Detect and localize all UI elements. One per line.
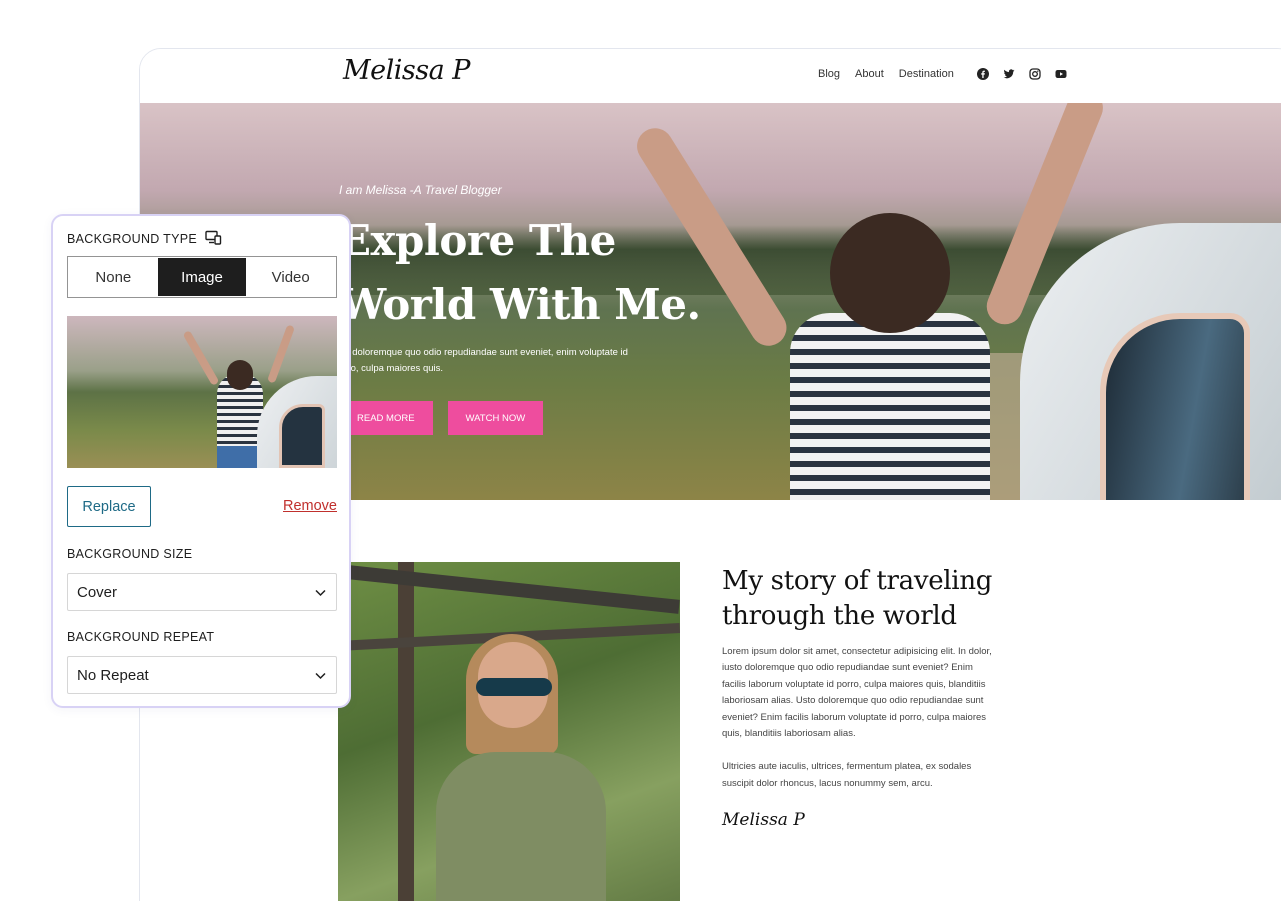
background-size-label: BACKGROUND SIZE (67, 547, 193, 561)
replace-button[interactable]: Replace (67, 486, 151, 527)
chevron-down-icon (315, 584, 326, 601)
story-signature: Melissa P (722, 810, 805, 831)
nav-item-about[interactable]: About (855, 68, 884, 80)
responsive-devices-icon[interactable] (205, 230, 222, 248)
hero-subtitle: ou doloremque quo odio repudiandae sunt … (339, 345, 699, 377)
story-paragraph-1: Lorem ipsum dolor sit amet, consectetur … (722, 646, 992, 740)
background-size-value: Cover (77, 583, 118, 601)
hero-text: I am Melissa -A Travel Blogger Explore T… (339, 183, 759, 435)
hero-kicker: I am Melissa -A Travel Blogger (339, 183, 502, 197)
background-type-toggle: None Image Video (67, 256, 337, 298)
story-photo (338, 562, 680, 901)
story-text: My story of traveling through the world … (722, 564, 997, 830)
background-size-select[interactable]: Cover (67, 573, 337, 611)
site-nav: Blog About Destination (818, 68, 1067, 80)
background-repeat-select[interactable]: No Repeat (67, 656, 337, 694)
type-option-image[interactable]: Image (157, 258, 247, 296)
chevron-down-icon (315, 667, 326, 684)
site-logo[interactable]: Melissa P (343, 55, 470, 86)
background-image-preview[interactable] (67, 316, 337, 468)
background-type-heading: BACKGROUND TYPE (67, 230, 222, 248)
story-paragraph-2: Ultricies aute iaculis, ultrices, fermen… (722, 761, 972, 789)
hero-title-line1: Explore The (339, 216, 616, 265)
social-links (976, 68, 1067, 80)
nav-item-destination[interactable]: Destination (899, 68, 954, 80)
youtube-icon[interactable] (1055, 68, 1067, 80)
watch-now-button[interactable]: WATCH NOW (447, 401, 544, 435)
background-settings-panel: BACKGROUND TYPE None Image Video Replace… (51, 214, 351, 708)
instagram-icon[interactable] (1029, 68, 1041, 80)
hero-subtitle-line1: ou doloremque quo odio repudiandae sunt … (339, 347, 628, 358)
hero-title: Explore The World With Me. (339, 209, 759, 337)
hero-buttons: READ MORE WATCH NOW (339, 401, 759, 435)
type-option-video[interactable]: Video (246, 258, 335, 296)
story-title: My story of traveling through the world (722, 566, 993, 631)
facebook-icon[interactable] (976, 68, 989, 80)
site-header: Melissa P Blog About Destination (140, 49, 1281, 103)
twitter-icon[interactable] (1003, 68, 1015, 80)
remove-button[interactable]: Remove (283, 498, 337, 514)
nav-item-blog[interactable]: Blog (818, 68, 840, 80)
background-type-label: BACKGROUND TYPE (67, 232, 197, 246)
background-repeat-label: BACKGROUND REPEAT (67, 630, 215, 644)
hero-subtitle-line2: orro, culpa maiores quis. (339, 363, 444, 374)
read-more-button[interactable]: READ MORE (339, 401, 433, 435)
type-option-none[interactable]: None (69, 258, 158, 296)
hero-title-line2: World With Me. (339, 280, 701, 329)
background-repeat-value: No Repeat (77, 666, 149, 684)
